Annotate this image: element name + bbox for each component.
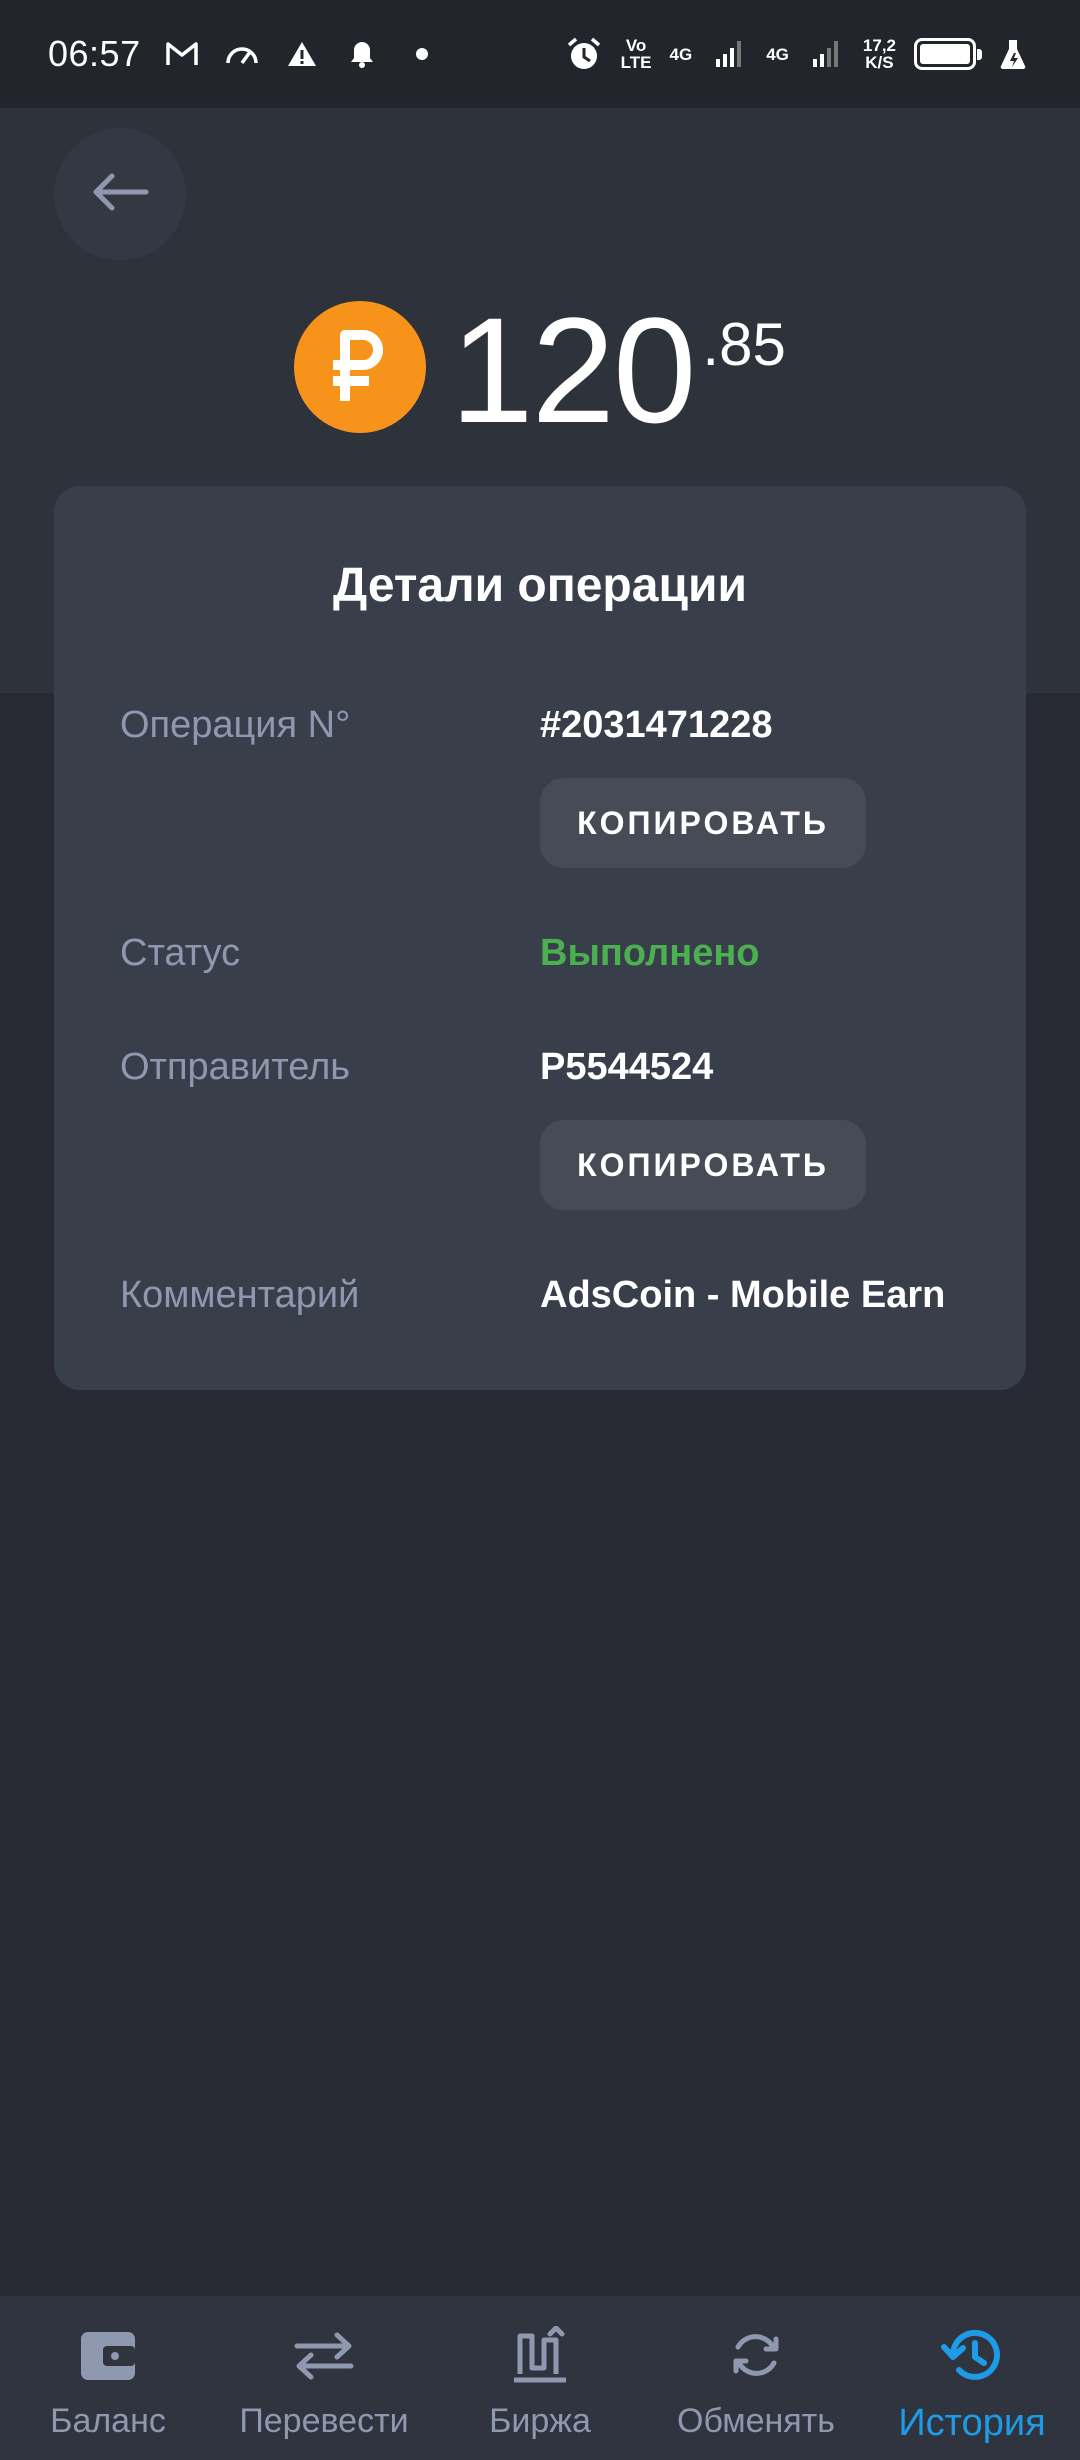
net-indicator-1: 4G	[669, 44, 693, 64]
dot-icon	[403, 35, 441, 73]
nav-label-balance: Баланс	[50, 2402, 166, 2440]
network-speed-unit: K/S	[865, 53, 894, 72]
battery-fill	[920, 44, 970, 64]
bottom-navigation: Баланс Перевести Биржа Обменять История	[0, 2296, 1080, 2460]
volte-bottom: LTE	[620, 53, 652, 72]
bell-icon	[343, 35, 381, 73]
status-time: 06:57	[48, 33, 141, 74]
exchange-chart-icon	[507, 2322, 573, 2388]
operation-number-value: #2031471228	[540, 704, 773, 746]
nav-item-exchange[interactable]: Биржа	[432, 2296, 648, 2460]
back-button[interactable]	[54, 128, 186, 260]
sender-value: P5544524	[540, 1046, 714, 1088]
status-bar-left: 06:57	[48, 33, 441, 75]
gmail-icon	[163, 35, 201, 73]
flask-icon	[994, 35, 1032, 73]
operation-details-card: Детали операции Операция N° #2031471228 …	[54, 486, 1026, 1390]
comment-value: AdsCoin - Mobile Earn	[540, 1274, 946, 1316]
warning-icon	[283, 35, 321, 73]
nav-item-swap[interactable]: Обменять	[648, 2296, 864, 2460]
status-label: Статус	[120, 932, 241, 974]
alarm-icon	[565, 35, 603, 73]
nav-item-history[interactable]: История	[864, 2296, 1080, 2460]
network-speed: 17,2 K/S	[863, 37, 896, 71]
speedometer-icon	[223, 35, 261, 73]
copy-operation-button[interactable]: КОПИРОВАТЬ	[540, 778, 866, 868]
battery-icon	[914, 38, 982, 70]
volte-indicator: Vo LTE	[621, 37, 652, 71]
sender-label: Отправитель	[120, 1046, 351, 1088]
nav-item-transfer[interactable]: Перевести	[216, 2296, 432, 2460]
nav-label-exchange: Биржа	[489, 2402, 591, 2440]
ruble-icon	[294, 301, 427, 433]
net-indicator-2: 4G	[766, 44, 789, 64]
status-bar: 06:57 Vo LTE 4G 4G 17,2 K/S	[0, 0, 1080, 108]
history-icon	[939, 2322, 1005, 2388]
nav-label-transfer: Перевести	[239, 2402, 409, 2440]
nav-item-balance[interactable]: Баланс	[0, 2296, 216, 2460]
nav-label-history: История	[898, 2402, 1046, 2444]
amount-integer: 120	[450, 286, 696, 454]
nav-label-swap: Обменять	[677, 2402, 835, 2440]
status-value: Выполнено	[540, 932, 760, 974]
status-bar-right: Vo LTE 4G 4G 17,2 K/S	[565, 35, 1032, 73]
card-title: Детали операции	[333, 559, 747, 612]
amount-fraction: .85	[702, 311, 786, 378]
amount-display: 120 .85	[0, 295, 1080, 445]
screen: 06:57 Vo LTE 4G 4G 17,2 K/S 120 .85 Дета…	[0, 0, 1080, 2460]
arrow-left-icon	[90, 172, 150, 217]
transfer-arrows-icon	[291, 2322, 357, 2388]
operation-number-label: Операция N°	[120, 704, 351, 746]
signal-icon	[710, 35, 748, 73]
refresh-icon	[723, 2322, 789, 2388]
copy-sender-button[interactable]: КОПИРОВАТЬ	[540, 1120, 866, 1210]
comment-label: Комментарий	[120, 1274, 360, 1316]
wallet-icon	[75, 2322, 141, 2388]
signal-icon	[807, 35, 845, 73]
